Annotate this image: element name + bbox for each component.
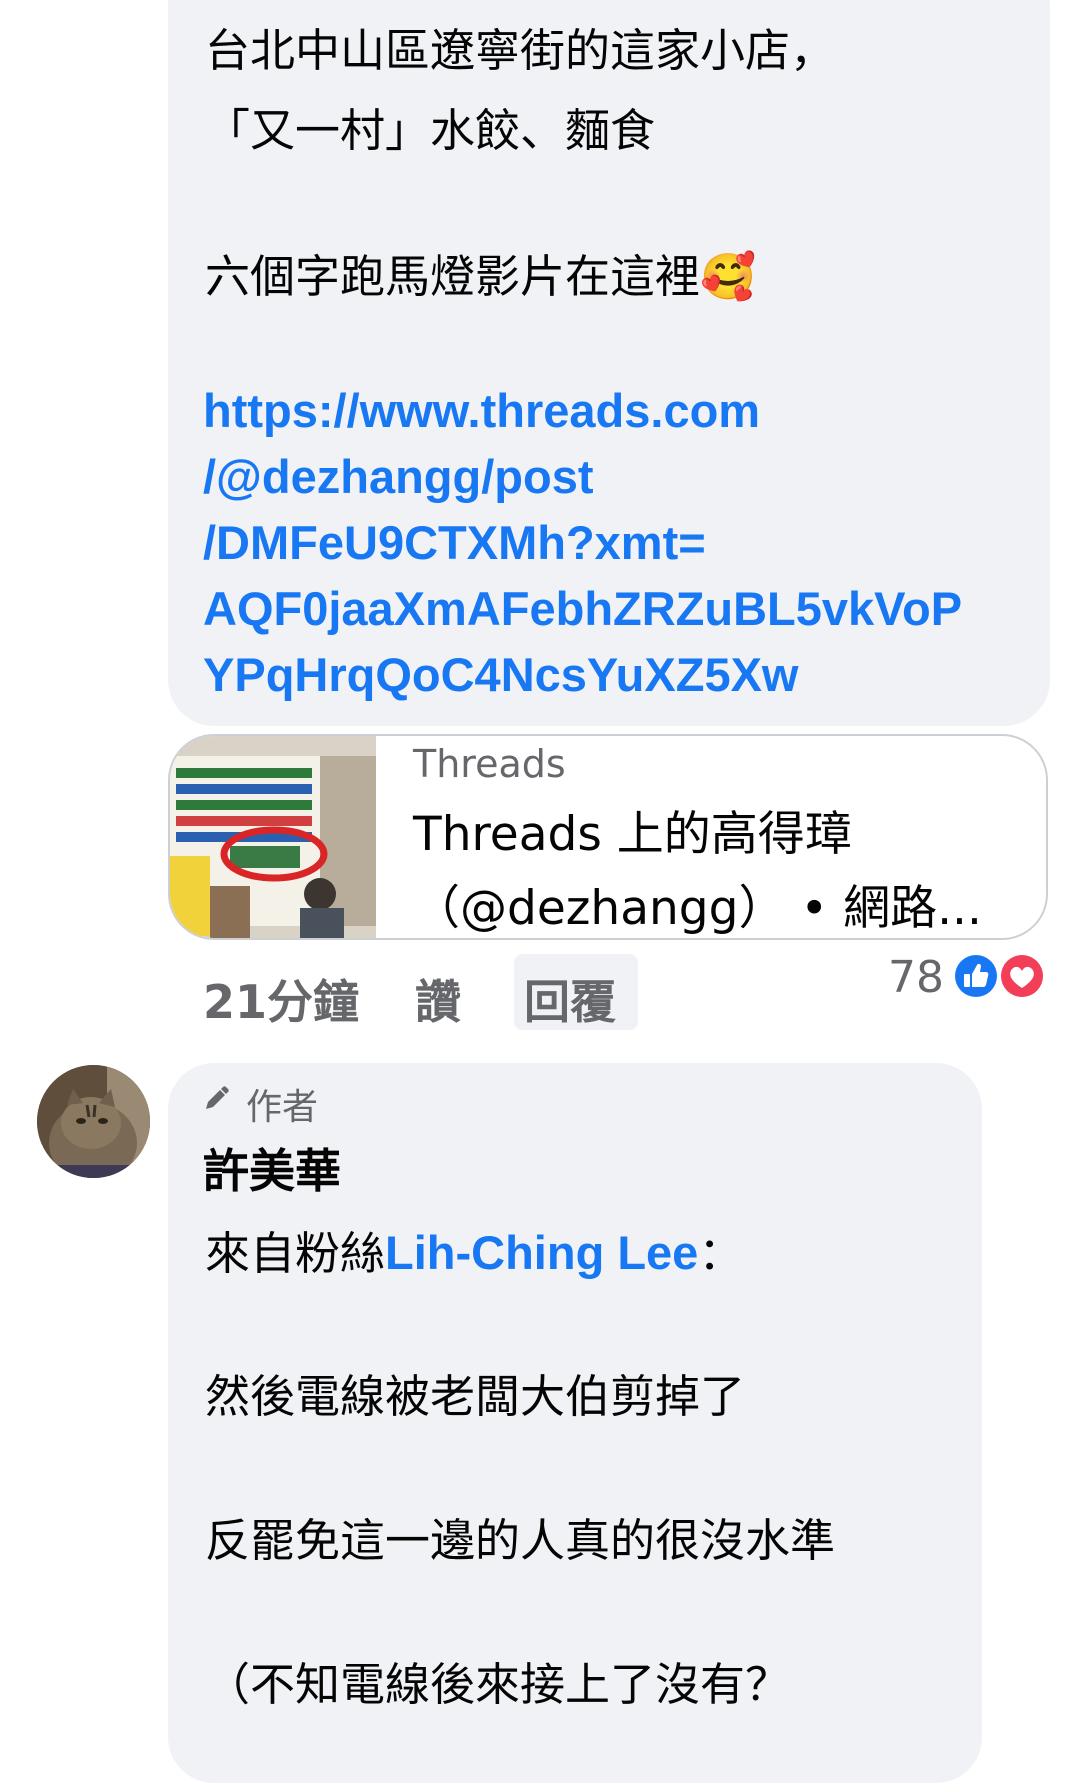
- like-reaction-icon: [952, 952, 1000, 1000]
- link-line-4[interactable]: AQF0jaaXmAFebhZRZuBL5vkVoP: [203, 576, 962, 642]
- love-reaction-icon: [998, 952, 1046, 1000]
- comment-author[interactable]: 許美華: [203, 1135, 341, 1201]
- preview-title: Threads 上的高得璋 （@dezhangg） • 網路...: [413, 798, 982, 938]
- fan-name-link[interactable]: Lih-Ching Lee: [385, 1226, 698, 1279]
- like-button[interactable]: 讚: [415, 966, 461, 1032]
- intro-suffix: ：: [698, 1227, 744, 1280]
- comment-line-1: 然後電線被老闆大伯剪掉了: [205, 1370, 746, 1423]
- comment-intro: 來自粉絲Lih-Ching Lee：: [205, 1220, 743, 1287]
- comment-timestamp[interactable]: 21分鐘: [203, 966, 359, 1032]
- link-line-2[interactable]: /@dezhangg/post: [203, 444, 593, 510]
- preview-source: Threads: [413, 742, 566, 786]
- comment-line-3: （不知電線後來接上了沒有？: [205, 1658, 791, 1711]
- reaction-icons[interactable]: [950, 950, 1050, 1002]
- link-preview-card[interactable]: Threads Threads 上的高得璋 （@dezhangg） • 網路..…: [168, 734, 1048, 940]
- post-text-line-2: 「又一村」水餃、麵食: [205, 104, 656, 157]
- reaction-count[interactable]: 78: [888, 952, 944, 1003]
- post-text-line-1: 台北中山區遼寧街的這家小店，: [205, 24, 836, 77]
- avatar[interactable]: [37, 1065, 150, 1178]
- link-line-1[interactable]: https://www.threads.com: [203, 378, 760, 444]
- pencil-icon: [202, 1085, 230, 1117]
- comment-line-2: 反罷免這一邊的人真的很沒水準: [205, 1514, 836, 1567]
- preview-thumbnail: [170, 736, 376, 938]
- link-line-3[interactable]: /DMFeU9CTXMh?xmt=: [203, 510, 706, 576]
- link-line-5[interactable]: YPqHrqQoC4NcsYuXZ5Xw: [203, 642, 799, 708]
- preview-title-line-1: Threads 上的高得璋: [413, 807, 852, 862]
- post-text-line-3: 六個字跑馬燈影片在這裡🥰: [205, 250, 757, 303]
- preview-title-line-2: （@dezhangg） • 網路...: [413, 881, 982, 936]
- reply-button[interactable]: 回覆: [524, 966, 616, 1032]
- author-badge: 作者: [246, 1087, 319, 1128]
- intro-prefix: 來自粉絲: [205, 1227, 386, 1280]
